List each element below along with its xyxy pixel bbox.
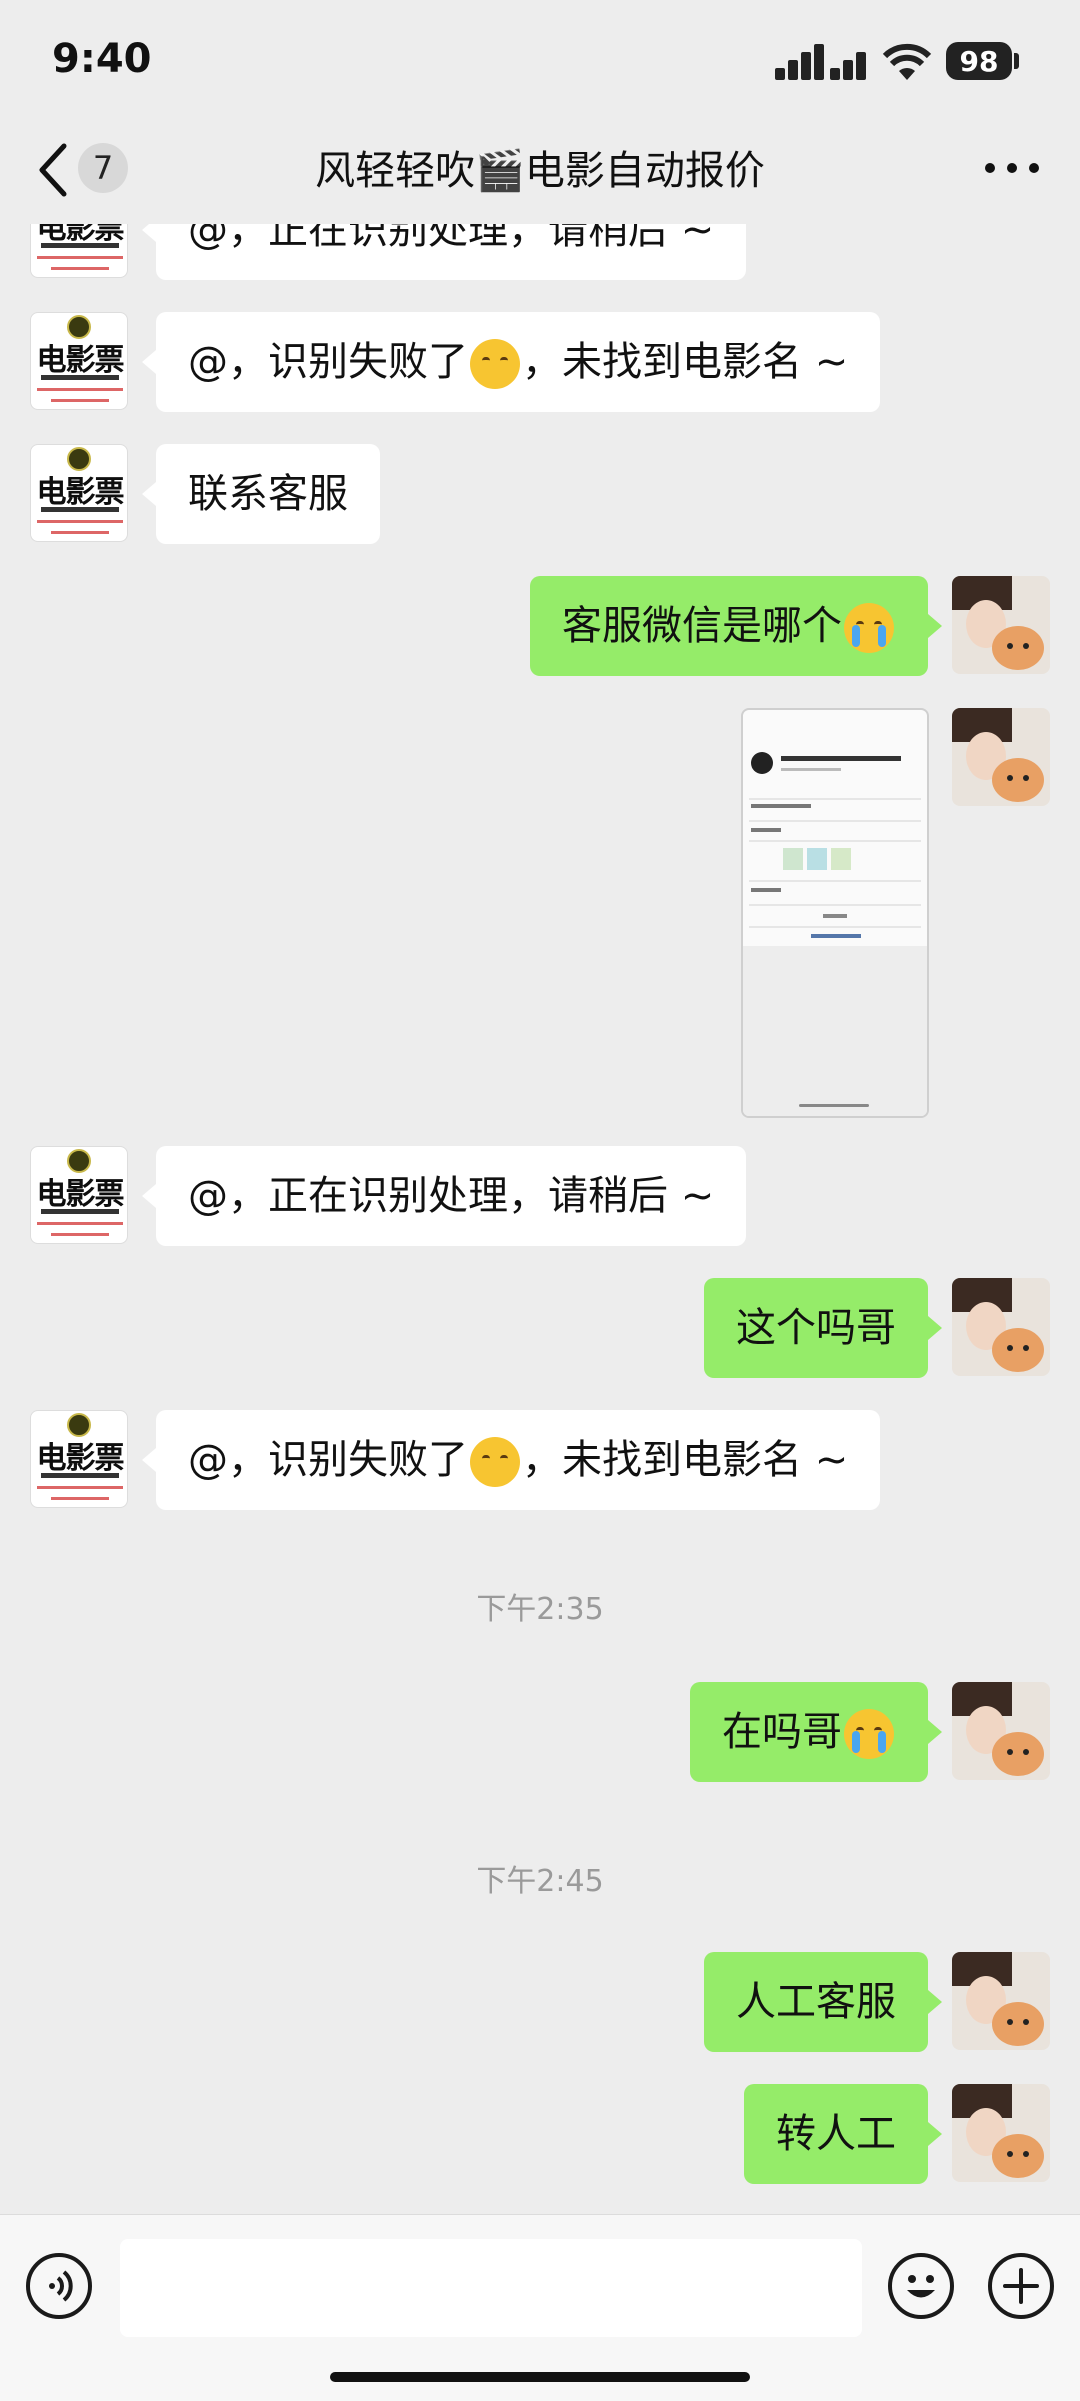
image-message[interactable] <box>741 708 929 1118</box>
message-input[interactable] <box>120 2239 862 2337</box>
chat-header: 7 风轻轻吹🎬电影自动报价 <box>0 118 1080 224</box>
avatar-title: 电影票 <box>36 475 125 510</box>
message-text: @，正在识别处理，请稍后 ~ <box>188 1173 715 1219</box>
user-avatar[interactable] <box>952 1682 1050 1780</box>
user-avatar-photo <box>952 708 1050 806</box>
user-avatar[interactable] <box>952 1952 1050 2050</box>
message-bubble-incoming[interactable]: @，识别失败了 ，未找到电影名 ~ <box>141 1410 881 1510</box>
chevron-left-icon[interactable] <box>34 140 74 200</box>
emoji-icon[interactable] <box>888 2253 954 2319</box>
message-text: ，未找到电影名 ~ <box>522 339 849 385</box>
message-bubble-outgoing[interactable]: 这个吗哥 <box>704 1278 942 1378</box>
bot-avatar[interactable]: 电影票 <box>30 1146 128 1244</box>
user-avatar[interactable] <box>952 708 1050 806</box>
bot-avatar[interactable]: 电影票 <box>30 224 128 278</box>
unread-count-badge[interactable]: 7 <box>78 143 128 193</box>
pouting-face-emoji <box>470 1437 520 1487</box>
bot-avatar[interactable]: 电影票 <box>30 444 128 542</box>
message-text: 转人工 <box>776 2111 896 2157</box>
screenshot-avatar-icon <box>751 752 773 774</box>
status-time: 9:40 <box>52 36 152 82</box>
avatar-title: 电影票 <box>36 343 125 378</box>
user-avatar-photo <box>952 1278 1050 1376</box>
message-text: 人工客服 <box>736 1979 896 2025</box>
message-bubble-outgoing[interactable]: 客服微信是哪个 <box>530 576 942 676</box>
message-bubble-incoming[interactable]: @，识别失败了 ，未找到电影名 ~ <box>141 312 881 412</box>
user-avatar-photo <box>952 576 1050 674</box>
message-bubble-outgoing[interactable]: 在吗哥 <box>690 1682 942 1782</box>
message-text: 在吗哥 <box>722 1709 842 1755</box>
message-bubble-incoming[interactable]: @，正在识别处理，请稍后 ~ <box>141 1146 747 1246</box>
message-text: @，识别失败了 <box>188 1437 468 1483</box>
more-dots-icon[interactable] <box>982 158 1042 178</box>
user-avatar[interactable] <box>952 2084 1050 2182</box>
cellular-signal-icon <box>775 44 866 80</box>
user-avatar[interactable] <box>952 1278 1050 1376</box>
message-text: @，识别失败了 <box>188 339 468 385</box>
home-indicator[interactable] <box>330 2372 750 2382</box>
pouting-face-emoji <box>470 339 520 389</box>
message-list[interactable]: 电影票 @，正在识别处理，请稍后 ~ 电影票 @，识别失败了 ，未找到电影名 ~ … <box>0 224 1080 2214</box>
voice-icon[interactable] <box>26 2253 92 2319</box>
loudly-crying-face-emoji <box>844 603 894 653</box>
avatar-title: 电影票 <box>36 1177 125 1212</box>
wifi-icon <box>882 43 932 80</box>
message-timestamp: 下午2:45 <box>476 1864 604 1899</box>
message-bubble-incoming[interactable]: @，正在识别处理，请稍后 ~ <box>141 224 747 280</box>
user-avatar-photo <box>952 2084 1050 2182</box>
battery-icon: 98 <box>946 42 1012 80</box>
user-avatar-photo <box>952 1952 1050 2050</box>
chat-title: 风轻轻吹🎬电影自动报价 <box>315 148 765 194</box>
status-bar: 9:40 98 <box>0 0 1080 118</box>
bot-avatar[interactable]: 电影票 <box>30 1410 128 1508</box>
message-bubble-outgoing[interactable]: 转人工 <box>744 2084 942 2184</box>
avatar-title: 电影票 <box>36 1441 125 1476</box>
user-avatar[interactable] <box>952 576 1050 674</box>
message-text: 客服微信是哪个 <box>562 603 842 649</box>
message-timestamp: 下午2:35 <box>476 1592 604 1627</box>
battery-tip <box>1014 53 1019 69</box>
loudly-crying-face-emoji <box>844 1709 894 1759</box>
bot-avatar[interactable]: 电影票 <box>30 312 128 410</box>
user-avatar-photo <box>952 1682 1050 1780</box>
message-text: @，正在识别处理，请稍后 ~ <box>188 224 715 253</box>
message-text: ，未找到电影名 ~ <box>522 1437 849 1483</box>
plus-icon[interactable] <box>988 2253 1054 2319</box>
message-bubble-incoming[interactable]: 联系客服 <box>142 444 380 544</box>
message-text: 联系客服 <box>188 471 348 517</box>
message-text: 这个吗哥 <box>736 1305 896 1351</box>
message-bubble-outgoing[interactable]: 人工客服 <box>704 1952 942 2052</box>
